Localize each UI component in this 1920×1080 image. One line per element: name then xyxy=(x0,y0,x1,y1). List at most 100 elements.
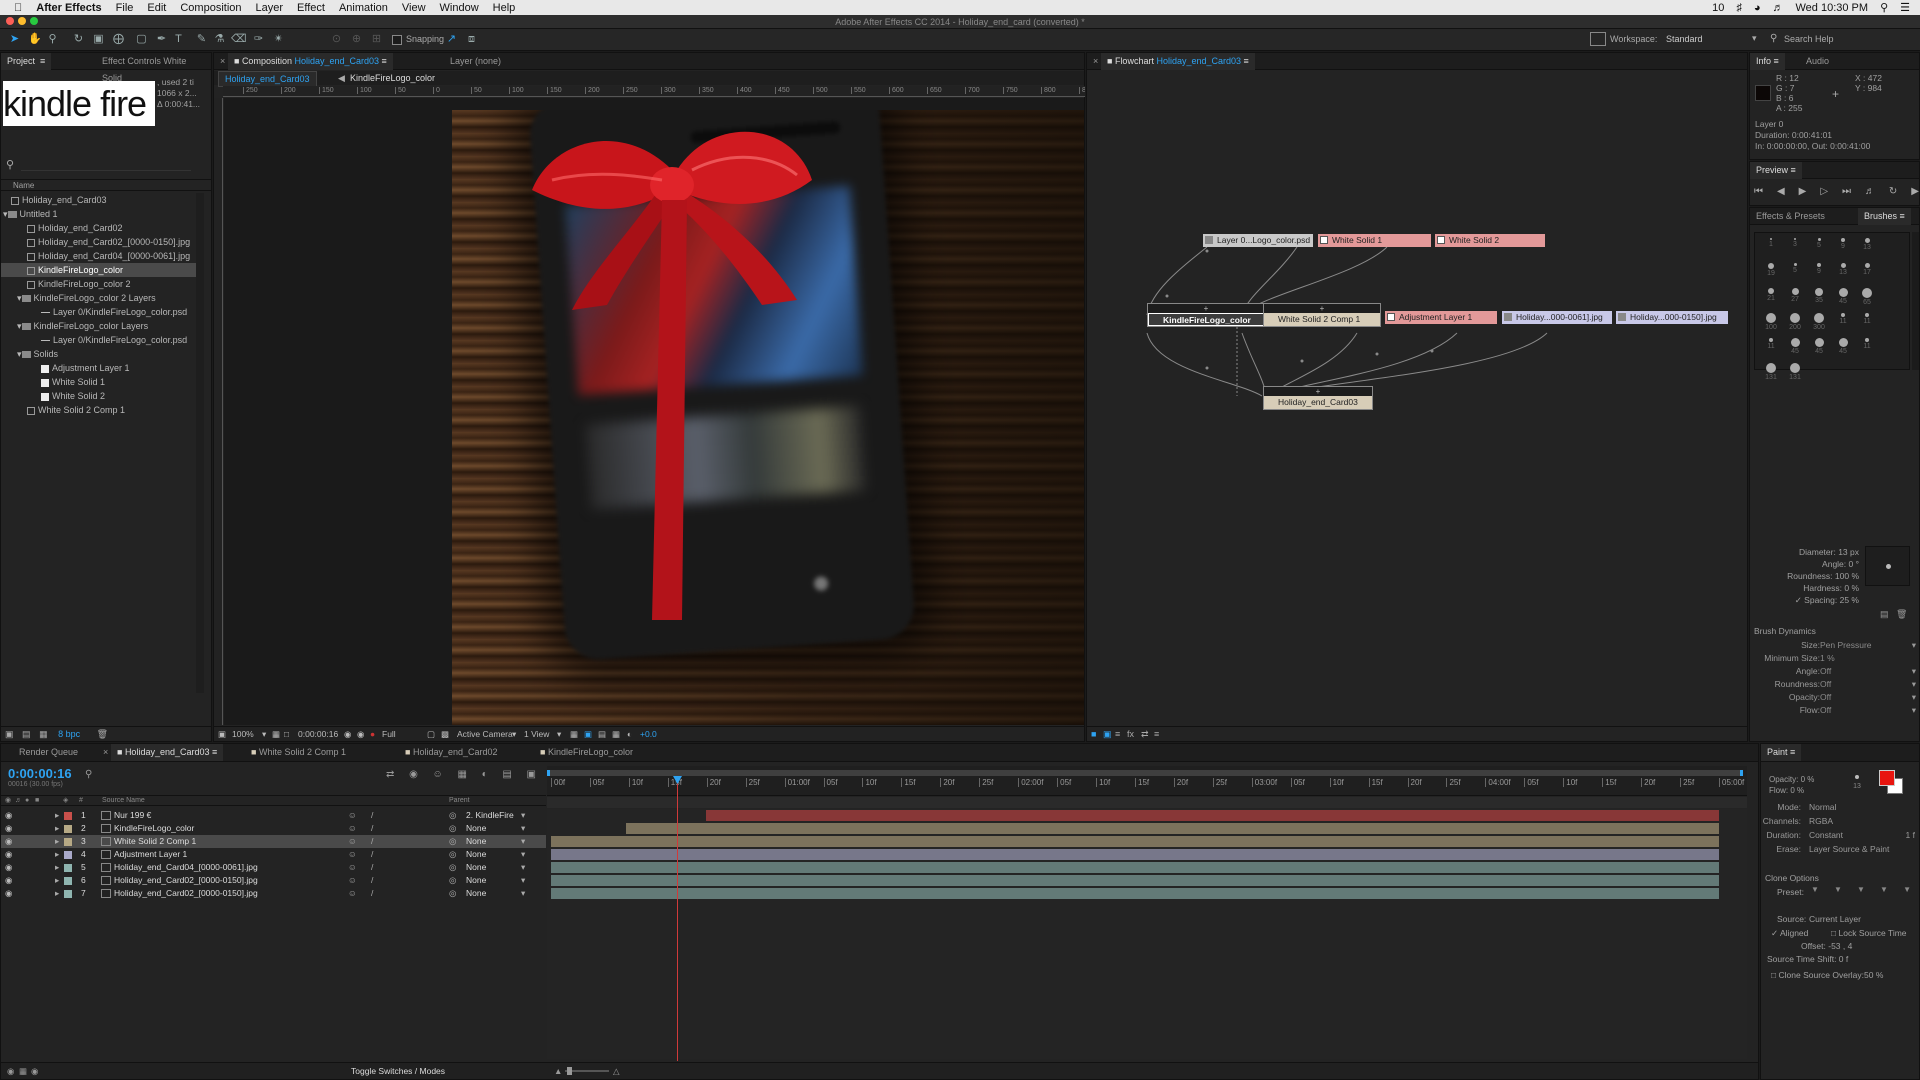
brush-tip[interactable]: 11 xyxy=(1761,336,1781,359)
table-row[interactable]: ◉ ▸ 7 Holiday_end_Card02_[0000-0150].jpg ☺ / ◎… xyxy=(1,887,546,900)
quality-switch-icon[interactable]: / xyxy=(371,848,373,861)
table-row[interactable]: ◉ ▸ 2 KindleFireLogo_color ☺ / ◎ None ▾ xyxy=(1,822,546,835)
list-item[interactable]: Holiday_end_Card02 xyxy=(1,221,211,235)
loop-icon[interactable]: ↻ xyxy=(1889,186,1897,200)
flow-node-holiday-0061[interactable]: Holiday...000-0061].jpg xyxy=(1502,311,1612,324)
clone-preset-1-icon[interactable]: ▼ xyxy=(1811,885,1819,895)
previous-frame-icon[interactable]: ◀ xyxy=(1777,186,1785,200)
list-item[interactable]: ▾ KindleFireLogo_color Layers xyxy=(1,319,211,333)
quality-switch-icon[interactable]: / xyxy=(371,835,373,848)
tab-preview[interactable]: Preview ≡ xyxy=(1750,162,1802,179)
tab-brushes[interactable]: Brushes ≡ xyxy=(1858,208,1911,225)
safe-margins-icon[interactable]: □ xyxy=(284,727,289,742)
audio-icon[interactable]: ♬ xyxy=(1865,186,1875,200)
time-navigator[interactable] xyxy=(547,797,1747,808)
zoom-window-icon[interactable] xyxy=(30,17,38,25)
parent-select[interactable]: None xyxy=(466,822,486,835)
label-color-swatch[interactable] xyxy=(64,864,72,872)
quality-switch-icon[interactable]: / xyxy=(371,874,373,887)
chevron-down-icon[interactable]: ▾ xyxy=(262,727,266,742)
paint-duration-select[interactable]: Constant xyxy=(1809,830,1843,840)
playhead-line[interactable] xyxy=(677,778,678,1061)
pickwhip-icon[interactable]: ◎ xyxy=(449,809,456,822)
quality-switch-icon[interactable]: / xyxy=(371,861,373,874)
chevron-down-icon[interactable]: ▾ xyxy=(521,822,525,835)
hardness-value[interactable]: Hardness: 0 % xyxy=(1787,582,1859,594)
visibility-eye-icon[interactable]: ◉ xyxy=(5,835,12,848)
brush-tip[interactable]: 45 xyxy=(1833,336,1853,359)
parent-select[interactable]: None xyxy=(466,835,486,848)
list-item[interactable]: Layer 0/KindleFireLogo_color.psd xyxy=(1,333,211,347)
flow-node-output-comp[interactable]: + Holiday_end_Card03 xyxy=(1263,386,1373,410)
bluetooth-icon[interactable]: ♯ xyxy=(1736,2,1742,14)
aligned-checkbox[interactable]: ✓ Aligned xyxy=(1771,928,1808,939)
parent-select[interactable]: 2. KindleFire xyxy=(466,809,514,822)
comp-viewer[interactable] xyxy=(224,98,1084,725)
dynamics-flow[interactable]: Flow: Off ▾ xyxy=(1750,705,1920,718)
horizontal-ruler[interactable]: 250 200 150 100 50 0 50 100 150 200 250 300 350 400 45… xyxy=(223,86,1085,97)
timeline-icon[interactable]: ▤ xyxy=(598,727,606,742)
layer-switches-icon[interactable]: ◉ xyxy=(7,1063,14,1079)
toggle-pixel-aspect-icon[interactable]: ▦ xyxy=(570,727,578,742)
dynamics-roundness[interactable]: Roundness: Off ▾ xyxy=(1750,679,1920,692)
shy-switch-icon[interactable]: ☺ xyxy=(348,874,357,887)
menu-animation[interactable]: Animation xyxy=(339,2,388,14)
layer-duration-bar[interactable] xyxy=(551,862,1719,873)
badge-count[interactable]: 10 xyxy=(1712,2,1724,14)
layer-duration-bar[interactable] xyxy=(551,849,1719,860)
brush-grid-scrollbar[interactable] xyxy=(1912,232,1919,370)
layer-name[interactable]: Holiday_end_Card02_[0000-0150].jpg xyxy=(114,887,258,900)
axis-world-icon[interactable]: ⊕ xyxy=(350,33,363,46)
layer-name[interactable]: KindleFireLogo_color xyxy=(114,822,194,835)
reset-exposure-icon[interactable]: ◐ xyxy=(627,727,632,742)
flow-node-white-solid-1[interactable]: White Solid 1 xyxy=(1318,234,1431,247)
list-item[interactable]: Holiday_end_Card02_[0000-0150].jpg xyxy=(1,235,211,249)
menu-layer[interactable]: Layer xyxy=(256,2,284,14)
tab-composition[interactable]: ■ Composition Holiday_end_Card03 ≡ xyxy=(228,53,393,70)
chevron-down-icon[interactable]: ▾ xyxy=(521,848,525,861)
layer-name[interactable]: Holiday_end_Card02_[0000-0150].jpg xyxy=(114,874,258,887)
expand-icon[interactable]: + xyxy=(1264,387,1372,396)
in-out-icon[interactable]: ◉ xyxy=(31,1063,38,1079)
list-item[interactable]: Layer 0/KindleFireLogo_color.psd xyxy=(1,305,211,319)
brush-tip[interactable]: 200 xyxy=(1785,311,1805,334)
parent-select[interactable]: None xyxy=(466,887,486,900)
type-tool-icon[interactable]: T xyxy=(172,33,185,46)
parent-select[interactable]: None xyxy=(466,861,486,874)
interpret-footage-icon[interactable]: ▣ xyxy=(5,729,14,739)
brush-tip[interactable]: 11 xyxy=(1857,336,1877,359)
paint-brush-tip[interactable]: 13 xyxy=(1845,773,1869,795)
flow-node-white-solid-2[interactable]: White Solid 2 xyxy=(1435,234,1545,247)
list-item-selected[interactable]: KindleFireLogo_color xyxy=(1,263,197,277)
label-color-swatch[interactable] xyxy=(64,812,72,820)
comp-timecode[interactable]: 0:00:00:16 xyxy=(298,727,338,742)
list-item[interactable]: White Solid 2 xyxy=(1,389,211,403)
motion-blur-icon[interactable]: ◐ xyxy=(482,769,488,783)
selection-tool-icon[interactable]: ➤ xyxy=(8,33,21,46)
clock[interactable]: Wed 10:30 PM xyxy=(1796,2,1869,14)
project-scrollbar[interactable] xyxy=(196,193,204,693)
tab-kindlefire-logo[interactable]: ■ KindleFireLogo_color xyxy=(534,744,639,761)
time-ruler[interactable]: 00f 05f 10f 15f 20f 25f 01:00f 05f 10f 15f 20f 25f 0… xyxy=(547,766,1747,796)
timeline-zoom-handle[interactable] xyxy=(567,1067,572,1075)
brush-tip[interactable]: 1 xyxy=(1761,236,1781,259)
zoom-tool-icon[interactable]: ⚲ xyxy=(46,33,59,46)
tab-holiday-end-card03[interactable]: ■ Holiday_end_Card03 ≡ xyxy=(111,744,224,761)
eraser-tool-icon[interactable]: ⌫ xyxy=(231,33,247,46)
quality-switch-icon[interactable]: / xyxy=(371,809,373,822)
roto-brush-tool-icon[interactable]: ✑ xyxy=(252,33,265,46)
brush-tip[interactable]: 13 xyxy=(1833,261,1853,284)
spacing-value[interactable]: ✓ Spacing: 25 % xyxy=(1787,594,1859,606)
next-frame-icon[interactable]: ▷ xyxy=(1820,186,1828,200)
close-window-icon[interactable] xyxy=(6,17,14,25)
brush-tip[interactable]: 27 xyxy=(1785,286,1805,309)
menu-help[interactable]: Help xyxy=(493,2,516,14)
zoom-select[interactable]: 100% xyxy=(232,727,254,742)
hand-tool-icon[interactable]: ✋ xyxy=(28,33,42,46)
visibility-eye-icon[interactable]: ◉ xyxy=(5,861,12,874)
clone-offset[interactable]: Offset: -53 , 4 xyxy=(1801,941,1852,951)
flowchart-canvas[interactable]: Layer 0...Logo_color.psd White Solid 1 W… xyxy=(1087,71,1747,726)
shy-switch-icon[interactable]: ☺ xyxy=(348,809,357,822)
search-icon[interactable]: ⚲ xyxy=(6,158,14,171)
layer-duration-bar[interactable] xyxy=(551,888,1719,899)
